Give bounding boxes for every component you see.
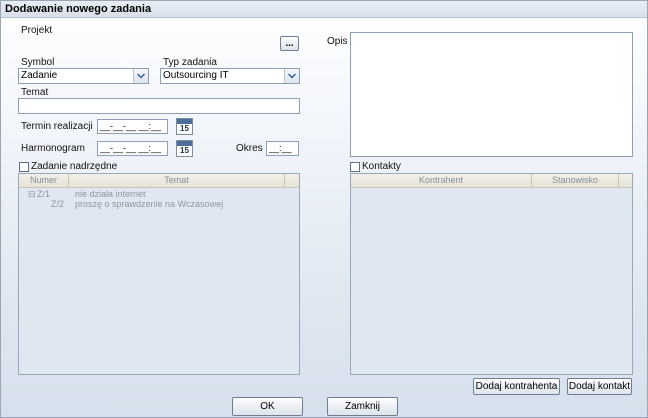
column-header-subject[interactable]: Temat bbox=[69, 174, 285, 187]
row-number[interactable]: Z/1 bbox=[37, 189, 50, 199]
column-header-position[interactable]: Stanowisko bbox=[532, 174, 619, 187]
schedule-label: Harmonogram bbox=[21, 143, 85, 154]
project-label: Projekt bbox=[21, 25, 53, 36]
calendar-day: 15 bbox=[180, 146, 189, 155]
subject-label: Temat bbox=[21, 87, 49, 98]
tree-expander-icon[interactable]: ⊟ bbox=[28, 189, 36, 200]
calendar-icon[interactable]: 15 bbox=[176, 140, 193, 157]
chevron-down-icon[interactable] bbox=[284, 69, 299, 83]
close-button[interactable]: Zamknij bbox=[327, 397, 398, 416]
grid-header: Kontrahent Stanowisko bbox=[351, 174, 632, 188]
add-contractor-button[interactable]: Dodaj kontrahenta bbox=[473, 378, 560, 395]
ok-button[interactable]: OK bbox=[232, 397, 303, 416]
task-type-select[interactable]: Outsourcing IT bbox=[160, 68, 300, 84]
column-header-number[interactable]: Numer bbox=[19, 174, 69, 187]
description-label: Opis bbox=[327, 36, 348, 47]
symbol-select[interactable]: Zadanie bbox=[18, 68, 149, 84]
chevron-down-icon[interactable] bbox=[133, 69, 148, 83]
subject-input[interactable] bbox=[18, 98, 300, 114]
contacts-checkbox[interactable] bbox=[350, 162, 360, 172]
row-subject[interactable]: nie działa internet bbox=[75, 189, 146, 199]
parent-task-checkbox[interactable] bbox=[19, 162, 29, 172]
grid-header: Numer Temat bbox=[19, 174, 299, 188]
schedule-input[interactable]: __-__-__ __:__ bbox=[97, 141, 168, 156]
row-number[interactable]: Z/2 bbox=[51, 199, 64, 209]
calendar-icon[interactable]: 15 bbox=[176, 118, 193, 135]
parent-task-grid[interactable]: Numer Temat ⊟ Z/1 nie działa internet Z/… bbox=[18, 173, 300, 375]
description-textarea[interactable] bbox=[350, 32, 633, 157]
contacts-label: Kontakty bbox=[362, 161, 401, 172]
contacts-grid[interactable]: Kontrahent Stanowisko bbox=[350, 173, 633, 375]
add-contact-button[interactable]: Dodaj kontakt bbox=[567, 378, 632, 395]
period-label: Okres bbox=[236, 143, 263, 154]
calendar-day: 15 bbox=[180, 124, 189, 133]
dialog-window: Dodawanie nowego zadania Projekt ... Sym… bbox=[0, 0, 648, 418]
window-title: Dodawanie nowego zadania bbox=[1, 1, 647, 18]
task-type-value: Outsourcing IT bbox=[163, 70, 229, 81]
parent-task-label: Zadanie nadrzędne bbox=[31, 161, 118, 172]
symbol-value: Zadanie bbox=[21, 70, 58, 81]
row-subject[interactable]: proszę o sprawdzenie na Wczasowej bbox=[75, 199, 223, 209]
deadline-input[interactable]: __-__-__ __:__ bbox=[97, 119, 168, 134]
project-browse-button[interactable]: ... bbox=[280, 36, 299, 51]
deadline-label: Termin realizacji bbox=[21, 121, 93, 132]
symbol-label: Symbol bbox=[21, 57, 55, 68]
period-input[interactable]: __:__ bbox=[266, 141, 299, 156]
task-type-label: Typ zadania bbox=[163, 57, 217, 68]
column-header-contractor[interactable]: Kontrahent bbox=[351, 174, 532, 187]
